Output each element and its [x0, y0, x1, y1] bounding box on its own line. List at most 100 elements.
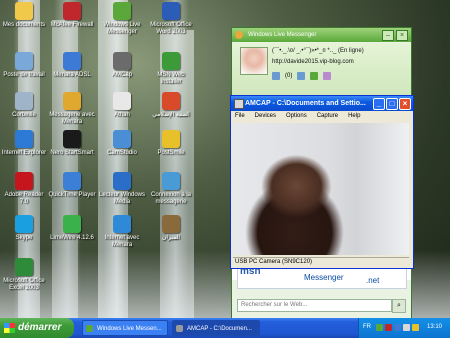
desktop-icon[interactable]: McAfee Firewall	[48, 2, 96, 29]
amcap-titlebar[interactable]: AMCAP - C:\Documents and Settio... _ □ ×	[231, 96, 413, 111]
minimize-button[interactable]: –	[382, 30, 394, 41]
desktop-icon[interactable]: Mes documents	[0, 2, 48, 29]
volume-icon[interactable]	[403, 324, 410, 331]
menu-file[interactable]: File	[235, 111, 245, 122]
messenger-icon	[113, 2, 131, 20]
minimize-button[interactable]: _	[373, 98, 385, 110]
webcam-preview	[233, 123, 409, 255]
clock[interactable]: 13:10	[427, 324, 442, 330]
menu-help[interactable]: Help	[348, 111, 360, 122]
desktop-icon[interactable]: MSN Web Installer	[147, 52, 195, 86]
messenger-icon	[235, 31, 243, 39]
shield-icon	[63, 2, 81, 20]
task-amcap[interactable]: AMCAP - C:\Documen...	[172, 320, 260, 336]
desktop-icon-label: LimeWire 4.12.6	[50, 235, 94, 241]
desktop-icon-label: MSN Web Installer	[157, 72, 185, 85]
desktop-icon[interactable]: CamStudio	[98, 130, 146, 157]
desktop-icon-label: Windows Live Messenger	[103, 22, 141, 35]
avatar[interactable]	[240, 47, 268, 75]
task-messenger[interactable]: Windows Live Messen...	[82, 320, 168, 336]
messenger-title: Windows Live Messenger	[248, 32, 317, 38]
book-icon	[162, 215, 180, 233]
desktop-icon[interactable]: Windows Live Messenger	[98, 2, 146, 36]
desktop-icon[interactable]: Lecteur Windows Media	[98, 172, 146, 206]
desktop-icon[interactable]: AMCap	[98, 52, 146, 79]
mcafee-tray-icon[interactable]	[385, 324, 392, 331]
desktop-icon-label: Corbeille	[12, 112, 36, 118]
desktop-icon-label: Internet avec Menara	[104, 235, 140, 248]
desktop-icon[interactable]: Messagerie avec Menara	[48, 92, 96, 126]
desktop-icon[interactable]: QuickTime Player	[48, 172, 96, 199]
alarm-icon	[162, 92, 180, 110]
desktop-icon[interactable]: Corbeille	[0, 92, 48, 119]
network-tray-icon[interactable]	[394, 324, 401, 331]
desktop-icon-label: Microsoft Office Word 2003	[150, 22, 192, 35]
messenger-icon	[86, 325, 93, 332]
spaces-icon[interactable]	[297, 72, 306, 80]
camera-icon	[113, 52, 131, 70]
desktop-icon[interactable]: Internet Explorer	[0, 130, 48, 157]
maximize-button[interactable]: □	[386, 98, 398, 110]
system-tray: FR 13:10	[358, 318, 450, 338]
desktop-icon[interactable]: الميزان	[147, 215, 195, 242]
network-icon	[63, 52, 81, 70]
messenger-toolbar: (0)	[272, 71, 332, 81]
amcap-menubar: File Devices Options Capture Help	[231, 111, 413, 122]
alert-tray-icon[interactable]	[412, 324, 419, 331]
desktop-icon-label: AMCap	[111, 72, 132, 78]
desktop-icon[interactable]: PostSmile	[147, 130, 195, 157]
search-button[interactable]: ⌕	[392, 299, 406, 313]
desktop-icon[interactable]: Internet avec Menara	[98, 215, 146, 249]
desktop-icon[interactable]: Microsoft Office Word 2003	[147, 2, 195, 36]
msn-icon	[162, 52, 180, 70]
search-icon: ⌕	[397, 302, 401, 309]
folder-icon	[15, 2, 33, 20]
media-player-icon	[113, 172, 131, 190]
camera-icon	[234, 99, 244, 109]
banner-net: .net	[366, 276, 380, 285]
messenger-titlebar[interactable]: Windows Live Messenger – ×	[232, 28, 411, 42]
ie-icon	[15, 130, 33, 148]
start-button[interactable]: démarrer	[0, 318, 74, 338]
desktop-icon-label: Microsoft Office Excel 2003	[3, 278, 45, 291]
options-icon[interactable]	[323, 72, 332, 80]
desktop-icon[interactable]: Menara ADSL	[48, 52, 96, 79]
desktop-icon[interactable]: Connexion à la messagerie	[147, 172, 195, 206]
desktop-icon[interactable]: Adobe Reader 7.0	[0, 172, 48, 206]
close-button[interactable]: ×	[399, 98, 411, 110]
desktop-icon[interactable]: Nero StartSmart	[48, 130, 96, 157]
mail-icon[interactable]	[272, 72, 280, 80]
messenger-tray-icon[interactable]	[376, 324, 383, 331]
desktop-icon-label: CamStudio	[107, 150, 137, 156]
menu-devices[interactable]: Devices	[255, 111, 276, 122]
camera-icon	[176, 325, 183, 332]
desktop-icon[interactable]: LimeWire 4.12.6	[48, 215, 96, 242]
desktop-icon[interactable]: Poste de travail	[0, 52, 48, 79]
language-indicator[interactable]: FR	[363, 324, 371, 330]
messenger-header: (¯`•._.\¤/ _.•°¯)»•*_¤ *.._ (En ligne) h…	[232, 43, 411, 97]
display-name[interactable]: (¯`•._.\¤/ _.•°¯)»•*_¤ *.._ (En ligne)	[272, 48, 364, 54]
recycle-bin-icon	[15, 92, 33, 110]
desktop-icon-label: Lecteur Windows Media	[98, 192, 146, 205]
mosque-icon	[113, 92, 131, 110]
desktop-icon[interactable]: Skype	[0, 215, 48, 242]
contacts-icon[interactable]	[310, 72, 319, 80]
desktop-icon-label: المنبه الإسلامي	[152, 112, 190, 118]
web-search-input[interactable]: Rechercher sur le Web...	[237, 299, 392, 312]
menu-capture[interactable]: Capture	[317, 111, 338, 122]
desktop-icon-label: Connexion à la messagerie	[150, 192, 192, 205]
desktop-icon-label: Adobe Reader 7.0	[4, 192, 44, 205]
personal-message[interactable]: http://davide2015.vip-blog.com	[272, 59, 354, 65]
camstudio-icon	[113, 130, 131, 148]
pdf-icon	[15, 172, 33, 190]
desktop-icon[interactable]: Microsoft Office Excel 2003	[0, 258, 48, 292]
desktop-icon[interactable]: المنبه الإسلامي	[147, 92, 195, 119]
close-button[interactable]: ×	[396, 30, 408, 41]
desktop-icon-label: Internet Explorer	[1, 150, 47, 156]
excel-icon	[15, 258, 33, 276]
desktop-icon[interactable]: Athan	[98, 92, 146, 119]
mail-icon	[63, 92, 81, 110]
windows-logo-icon	[4, 323, 15, 333]
menu-options[interactable]: Options	[286, 111, 307, 122]
amcap-window[interactable]: AMCAP - C:\Documents and Settio... _ □ ×…	[230, 95, 414, 269]
